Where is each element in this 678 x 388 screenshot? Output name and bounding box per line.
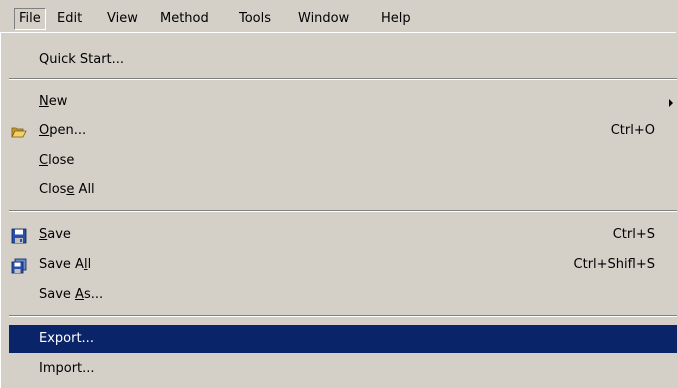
menu-item-label: New — [39, 94, 68, 109]
file-menu-dropdown: Quick Start... New Open... Ctrl+O Close … — [0, 32, 677, 388]
floppy-disk-icon — [11, 227, 27, 244]
menu-item-label: Export... — [39, 331, 94, 346]
submenu-arrow-icon — [669, 99, 673, 107]
menu-item-shortcut: Ctrl+S — [612, 227, 655, 242]
menu-item-shortcut: Ctrl+O — [610, 123, 655, 138]
menu-item-label: Quick Start... — [39, 52, 125, 67]
menu-bar: File Edit View Method Tools Window Help — [0, 0, 678, 34]
menu-item-import[interactable]: Import... — [9, 355, 677, 383]
menu-item-save-as[interactable]: Save As... — [9, 281, 677, 309]
menu-item-label: Close — [39, 153, 75, 168]
menu-separator — [9, 315, 677, 317]
menu-item-label: Save All — [39, 257, 92, 272]
menu-item-close[interactable]: Close — [9, 147, 677, 175]
menu-tools[interactable]: Tools — [239, 9, 271, 29]
menu-item-open[interactable]: Open... Ctrl+O — [9, 117, 677, 145]
menu-window[interactable]: Window — [298, 9, 349, 29]
menu-item-label: Save — [39, 227, 71, 242]
open-folder-icon — [11, 123, 27, 139]
menu-view[interactable]: View — [107, 9, 138, 29]
menu-item-save-all[interactable]: Save All Ctrl+Shifl+S — [9, 251, 677, 279]
menu-item-export[interactable]: Export... — [9, 325, 677, 353]
menu-item-new[interactable]: New — [9, 88, 677, 116]
menu-help[interactable]: Help — [381, 9, 411, 29]
menu-edit[interactable]: Edit — [57, 9, 82, 29]
menu-item-close-all[interactable]: Close All — [9, 176, 677, 204]
menu-item-shortcut: Ctrl+Shifl+S — [573, 257, 655, 272]
menu-item-label: Close All — [39, 182, 95, 197]
menu-item-label: Save As... — [39, 287, 104, 302]
menu-file[interactable]: File — [14, 8, 46, 30]
menu-item-save[interactable]: Save Ctrl+S — [9, 221, 677, 249]
menu-method[interactable]: Method — [160, 9, 209, 29]
save-all-icon — [11, 257, 27, 274]
menu-item-quick-start[interactable]: Quick Start... — [9, 46, 677, 74]
menu-item-label: Open... — [39, 123, 87, 138]
menu-separator — [9, 210, 677, 212]
menu-separator — [9, 78, 677, 80]
menu-item-label: Import... — [39, 361, 95, 376]
